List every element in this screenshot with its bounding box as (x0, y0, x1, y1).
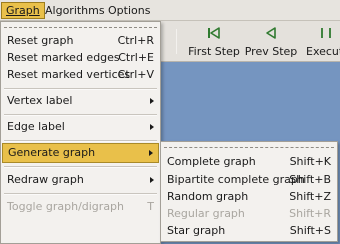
reset-marked-edges-label: Reset marked edges (7, 51, 120, 64)
execute-label: Execut (306, 45, 340, 58)
reset-graph-label: Reset graph (7, 34, 74, 47)
menu-item-edge-label[interactable]: Edge label (2, 117, 159, 137)
generate-graph-label: Generate graph (8, 146, 96, 159)
complete-graph-shortcut: Shift+K (289, 155, 331, 168)
menu-graph-label: Graph (6, 4, 40, 17)
generate-graph-submenu: Complete graph Shift+K Bipartite complet… (160, 141, 338, 242)
first-step-button[interactable]: First Step (186, 24, 242, 60)
menu-options-label: Options (108, 4, 151, 17)
menu-algorithms-label: Algorithms (45, 4, 105, 17)
toolbar-separator (176, 29, 177, 54)
complete-graph-label: Complete graph (167, 155, 256, 168)
submenu-arrow-icon (149, 150, 153, 156)
star-graph-label: Star graph (167, 224, 226, 237)
prev-step-icon (266, 27, 276, 39)
menu-item-toggle-graph-digraph: Toggle graph/digraph T (2, 197, 159, 217)
vertex-label-label: Vertex label (7, 94, 73, 107)
menu-item-reset-marked-vertices[interactable]: Reset marked vertices Ctrl+V (2, 65, 159, 85)
first-step-icon (208, 27, 220, 39)
menu-item-redraw-graph[interactable]: Redraw graph (2, 170, 159, 190)
reset-marked-vertices-label: Reset marked vertices (7, 68, 131, 81)
menu-separator (4, 193, 157, 195)
menu-separator (4, 140, 157, 142)
first-step-label: First Step (188, 45, 240, 58)
menu-separator (4, 166, 157, 168)
edge-label-label: Edge label (7, 120, 65, 133)
prev-step-button[interactable]: Prev Step (244, 24, 298, 60)
menubar: Graph Algorithms Options (0, 0, 340, 21)
submenu-arrow-icon (150, 124, 154, 130)
menu-item-generate-graph[interactable]: Generate graph (2, 143, 159, 163)
menu-item-star-graph[interactable]: Star graph Shift+S (162, 221, 336, 241)
execute-icon (321, 28, 331, 38)
menu-graph[interactable]: Graph (1, 2, 45, 19)
menu-separator (4, 88, 157, 90)
submenu-arrow-icon (150, 98, 154, 104)
toggle-graph-digraph-label: Toggle graph/digraph (7, 200, 125, 213)
graph-menu: Reset graph Ctrl+R Reset marked edges Ct… (0, 21, 161, 244)
menu-options[interactable]: Options (103, 2, 155, 19)
menu-separator (4, 114, 157, 116)
menu-item-vertex-label[interactable]: Vertex label (2, 91, 159, 111)
execute-button[interactable]: Execut (306, 24, 340, 60)
reset-marked-vertices-shortcut: Ctrl+V (117, 68, 154, 81)
regular-graph-label: Regular graph (167, 207, 245, 220)
bipartite-complete-graph-label: Bipartite complete graph (167, 173, 305, 186)
menu-tearoff[interactable] (4, 27, 157, 28)
random-graph-label: Random graph (167, 190, 249, 203)
redraw-graph-label: Redraw graph (7, 173, 84, 186)
star-graph-shortcut: Shift+S (289, 224, 331, 237)
menu-item-complete-graph[interactable]: Complete graph Shift+K (162, 152, 336, 172)
submenu-tearoff[interactable] (164, 147, 334, 148)
prev-step-label: Prev Step (244, 45, 298, 58)
submenu-arrow-icon (150, 177, 154, 183)
menu-algorithms[interactable]: Algorithms (40, 2, 110, 19)
toggle-graph-digraph-shortcut: T (147, 200, 154, 213)
